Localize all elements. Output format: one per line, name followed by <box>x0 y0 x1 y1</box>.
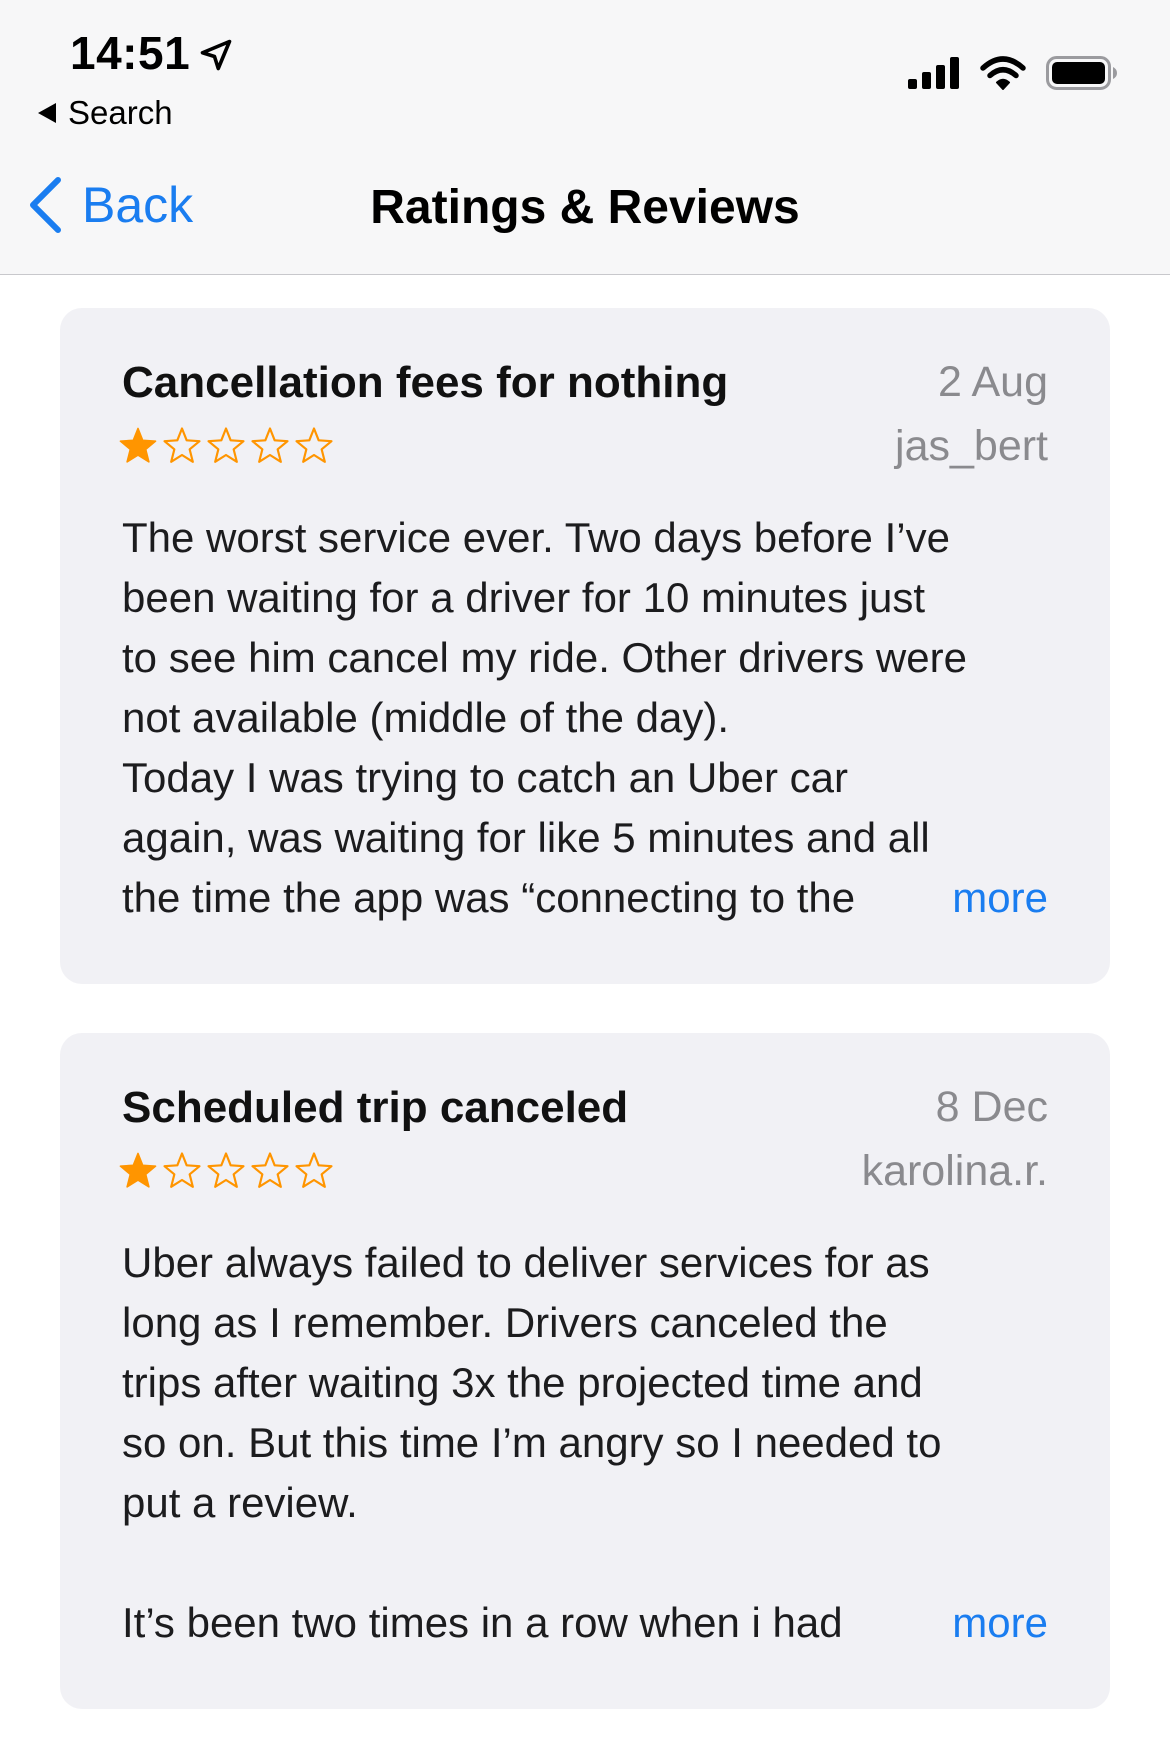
status-icons <box>908 56 1118 90</box>
top-bar: 14:51 Search Back Ratings & Reviews <box>0 0 1170 275</box>
more-link[interactable]: more <box>938 868 1048 928</box>
review-author: karolina.r. <box>861 1147 1048 1195</box>
star-filled-icon <box>119 427 157 463</box>
star-empty-icon <box>251 427 289 463</box>
review-date: 8 Dec <box>935 1083 1048 1131</box>
wifi-icon <box>980 56 1026 90</box>
page-title: Ratings & Reviews <box>370 181 800 234</box>
review-card[interactable]: Scheduled trip canceled 8 Dec karolina.r… <box>60 1033 1110 1709</box>
back-to-search-label: Search <box>68 94 173 131</box>
cellular-signal-icon <box>908 57 959 89</box>
star-empty-icon <box>207 427 245 463</box>
star-empty-icon <box>163 1152 201 1188</box>
text-fade <box>860 868 940 928</box>
text-fade <box>860 1593 940 1653</box>
review-body-last-line: the time the app was “connecting to the <box>122 874 856 921</box>
more-link[interactable]: more <box>938 1593 1048 1653</box>
star-empty-icon <box>163 427 201 463</box>
star-filled-icon <box>119 1152 157 1188</box>
star-empty-icon <box>295 1152 333 1188</box>
review-body-last-line: It’s been two times in a row when i had <box>122 1599 843 1646</box>
star-empty-icon <box>251 1152 289 1188</box>
status-time: 14:51 <box>70 26 234 80</box>
back-triangle-icon <box>38 103 56 123</box>
star-rating <box>118 426 334 466</box>
review-date: 2 Aug <box>938 358 1048 406</box>
location-arrow-icon <box>200 39 232 71</box>
status-time-text: 14:51 <box>70 27 191 79</box>
star-empty-icon <box>207 1152 245 1188</box>
review-title: Cancellation fees for nothing <box>122 358 729 407</box>
battery-icon <box>1046 56 1117 90</box>
review-body: The worst service ever. Two days before … <box>122 514 967 861</box>
star-empty-icon <box>295 427 333 463</box>
star-rating <box>118 1151 334 1191</box>
review-card[interactable]: Cancellation fees for nothing 2 Aug jas_… <box>60 308 1110 984</box>
review-body: Uber always failed to deliver services f… <box>122 1239 942 1526</box>
review-title: Scheduled trip canceled <box>122 1083 629 1132</box>
review-author: jas_bert <box>895 422 1048 470</box>
back-to-search[interactable]: Search <box>38 94 173 132</box>
